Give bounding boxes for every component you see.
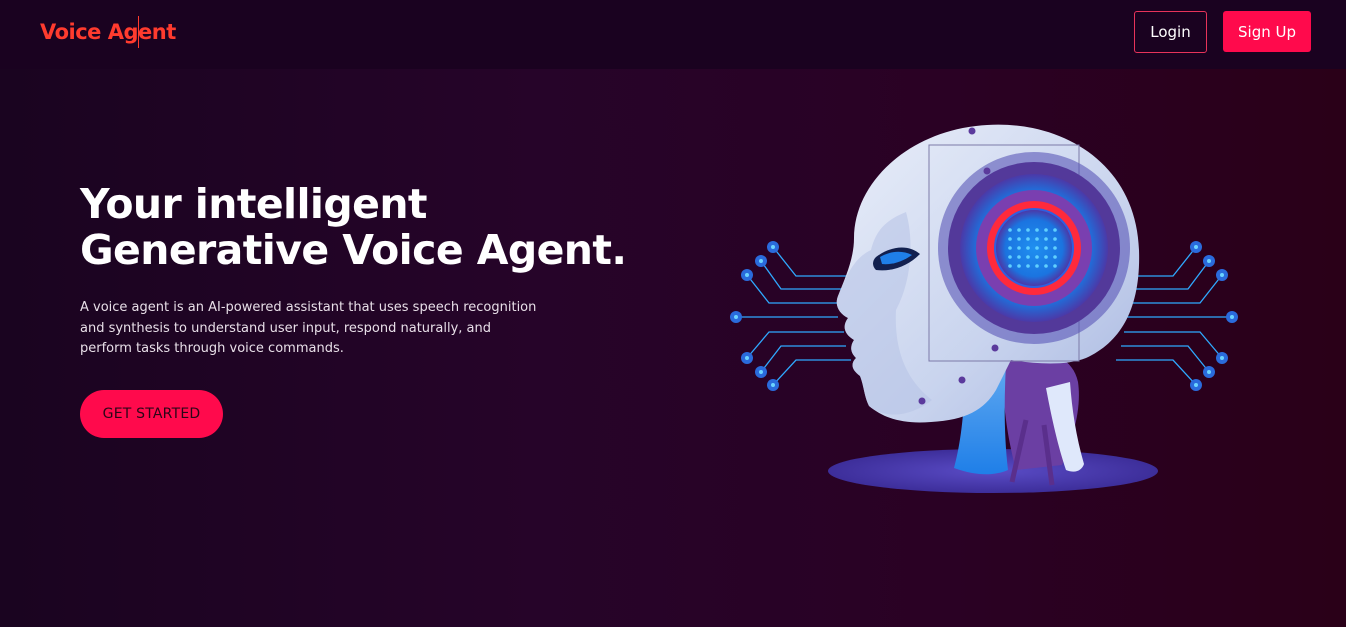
robot-head-illustration-icon (726, 120, 1246, 500)
hero-description: A voice agent is an AI-powered assistant… (80, 300, 537, 356)
get-started-button[interactable]: GET STARTED (80, 390, 223, 438)
hero-title-line-1: Your intelligent (80, 180, 428, 228)
login-button[interactable]: Login (1134, 11, 1207, 53)
landing-page: Voice Agent Login Sign Up Your intellige… (0, 0, 1346, 627)
signup-button[interactable]: Sign Up (1223, 11, 1311, 52)
hero-title: Your intelligent Generative Voice Agent. (80, 181, 700, 273)
logo[interactable]: Voice Agent (40, 20, 176, 44)
logo-text-cursor (138, 16, 139, 48)
hero-title-line-2: Generative Voice Agent. (80, 226, 627, 274)
navbar: Voice Agent Login Sign Up (0, 0, 1346, 69)
